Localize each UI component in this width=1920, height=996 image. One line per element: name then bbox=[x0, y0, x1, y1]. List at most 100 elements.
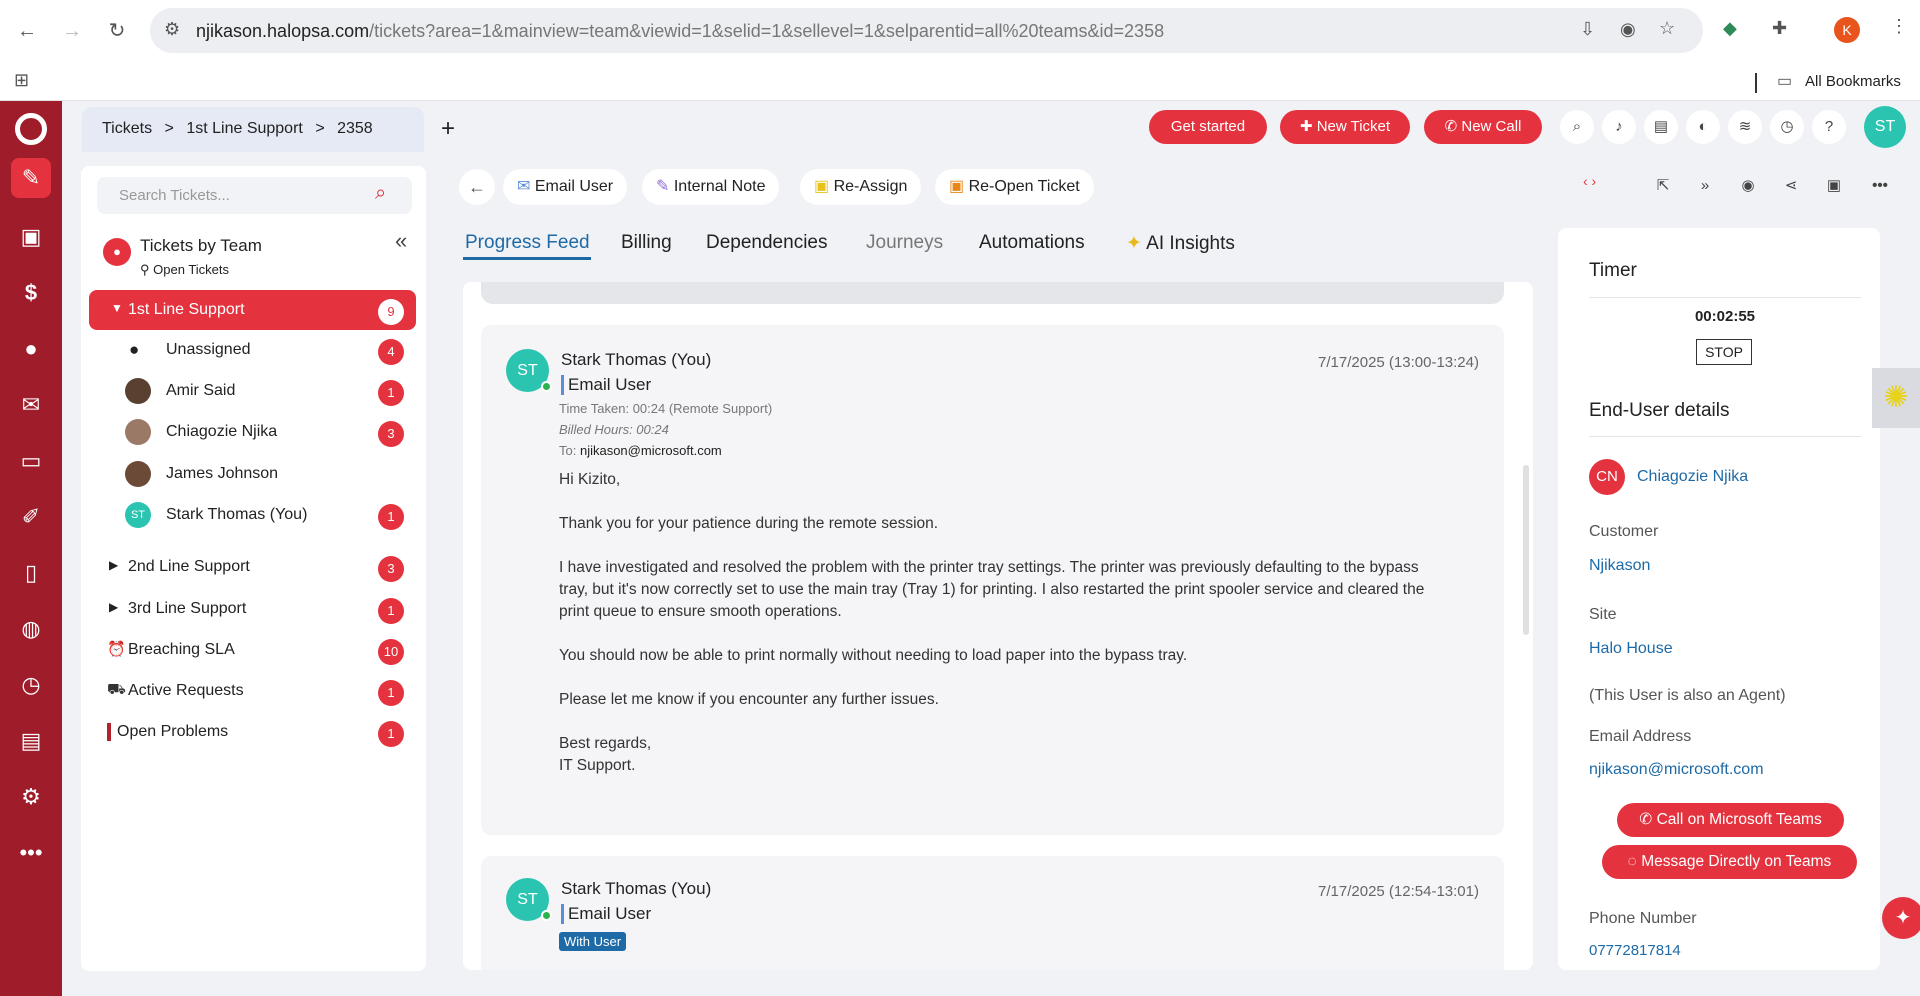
apps-icon[interactable]: ⊞ bbox=[14, 70, 29, 91]
tab-ai-insights[interactable]: ✦ AI Insights bbox=[1126, 232, 1235, 255]
dashboard-icon[interactable]: ◐ bbox=[1686, 110, 1720, 144]
share-icon[interactable]: ⋖ bbox=[1774, 169, 1808, 203]
help-icon[interactable]: ? bbox=[1812, 110, 1846, 144]
internal-note-button[interactable]: ✎ Internal Note bbox=[642, 169, 780, 205]
more-options-icon[interactable]: ••• bbox=[1863, 169, 1897, 203]
get-started-button[interactable]: Get started bbox=[1149, 110, 1267, 144]
caret-right-icon[interactable]: ▶ bbox=[109, 600, 118, 614]
add-tab-icon[interactable]: + bbox=[441, 115, 455, 143]
site-link[interactable]: Halo House bbox=[1589, 640, 1673, 658]
sidebar-item-amir-said[interactable]: Amir Said 1 bbox=[89, 371, 416, 411]
site-info-icon[interactable]: ⚙ bbox=[164, 19, 180, 40]
all-bookmarks[interactable]: All Bookmarks bbox=[1805, 73, 1901, 90]
dollar-icon[interactable]: $ bbox=[11, 273, 51, 313]
message-teams-button[interactable]: ◌ Message Directly on Teams bbox=[1602, 845, 1857, 879]
reopen-ticket-button[interactable]: ▣ Re-Open Ticket bbox=[935, 169, 1094, 205]
eye-icon[interactable]: ◉ bbox=[1731, 169, 1765, 203]
sidebar-item-label: 3rd Line Support bbox=[128, 600, 247, 617]
filter-label: Open Tickets bbox=[153, 262, 230, 277]
browser-toolbar: ← → ↻ ⚙ njikason.halopsa.com/tickets?are… bbox=[0, 0, 1920, 62]
sidebar-item-james-johnson[interactable]: James Johnson bbox=[89, 454, 416, 494]
new-call-button[interactable]: ✆ New Call bbox=[1424, 110, 1542, 144]
paragraph: Please let me know if you encounter any … bbox=[559, 691, 939, 708]
sidebar-item-1st-line-support[interactable]: ▼ 1st Line Support 9 bbox=[89, 290, 416, 330]
settings-icon[interactable]: ⚙ bbox=[11, 777, 51, 817]
sidebar-item-3rd-line-support[interactable]: ▶ 3rd Line Support 1 bbox=[89, 589, 416, 629]
stop-button[interactable]: STOP bbox=[1696, 339, 1752, 365]
sidebar-item-2nd-line-support[interactable]: ▶ 2nd Line Support 3 bbox=[89, 547, 416, 587]
bell-icon[interactable]: ♪ bbox=[1602, 110, 1636, 144]
phone-link[interactable]: 07772817814 bbox=[1589, 942, 1681, 959]
count-badge: 1 bbox=[378, 721, 404, 747]
phone-icon: ✆ bbox=[1444, 118, 1462, 135]
assistant-side-icon[interactable]: ✺ bbox=[1872, 368, 1920, 428]
tracking-icon[interactable]: ◉ bbox=[1620, 19, 1636, 40]
sidebar-item-stark-thomas[interactable]: ST Stark Thomas (You) 1 bbox=[89, 495, 416, 535]
money-bag-icon[interactable]: ◍ bbox=[11, 609, 51, 649]
tab-journeys[interactable]: Journeys bbox=[866, 232, 943, 254]
breadcrumb-tickets[interactable]: Tickets bbox=[102, 120, 152, 137]
reassign-button[interactable]: ▣ Re-Assign bbox=[800, 169, 922, 205]
more-icon[interactable]: ••• bbox=[11, 833, 51, 873]
report-icon[interactable]: ▤ bbox=[11, 721, 51, 761]
new-ticket-button[interactable]: ✚ New Ticket bbox=[1280, 110, 1410, 144]
tab-billing[interactable]: Billing bbox=[621, 232, 672, 254]
phone-label: Phone Number bbox=[1589, 910, 1697, 927]
reload-icon[interactable]: ↻ bbox=[102, 16, 132, 46]
briefcase-icon[interactable]: ▣ bbox=[1817, 169, 1851, 203]
email-link[interactable]: njikason@microsoft.com bbox=[1589, 761, 1764, 779]
history-icon[interactable]: ◷ bbox=[1770, 110, 1804, 144]
sidebar-item-unassigned[interactable]: ● Unassigned 4 bbox=[89, 330, 416, 370]
search-tickets-input[interactable]: Search Tickets... ⌕ bbox=[97, 177, 412, 214]
sidebar-item-chiagozie-njika[interactable]: Chiagozie Njika 3 bbox=[89, 412, 416, 452]
tab-progress-feed[interactable]: Progress Feed bbox=[465, 232, 590, 254]
feed-scrollbar[interactable] bbox=[1523, 465, 1529, 635]
caret-down-icon[interactable]: ▼ bbox=[111, 301, 123, 315]
user-icon[interactable]: ● bbox=[11, 329, 51, 369]
enduser-name-link[interactable]: Chiagozie Njika bbox=[1637, 468, 1748, 486]
search-icon[interactable]: ⌕ bbox=[1560, 110, 1594, 144]
address-bar[interactable]: ⚙ njikason.halopsa.com/tickets?area=1&ma… bbox=[150, 8, 1703, 53]
open-tickets-filter[interactable]: ⚲ Open Tickets bbox=[140, 262, 229, 278]
prev-ticket-icon[interactable]: ‹ › bbox=[1583, 173, 1596, 189]
open-external-icon[interactable]: ⇱ bbox=[1646, 169, 1680, 203]
forward-icon[interactable]: → bbox=[57, 16, 87, 46]
sidebar-item-open-problems[interactable]: Open Problems 1 bbox=[89, 712, 416, 752]
install-app-icon[interactable]: ⇩ bbox=[1580, 19, 1595, 40]
clipboard-icon[interactable]: ▤ bbox=[1644, 110, 1678, 144]
back-icon[interactable]: ← bbox=[12, 16, 42, 46]
profile-avatar[interactable]: K bbox=[1834, 17, 1860, 43]
search-icon[interactable]: ⌕ bbox=[375, 182, 386, 205]
sidebar-item-label: Open Problems bbox=[117, 723, 229, 740]
sidebar-item-breaching-sla[interactable]: ⏰ Breaching SLA 10 bbox=[89, 630, 416, 670]
tab-dependencies[interactable]: Dependencies bbox=[706, 232, 827, 254]
document-icon[interactable]: ▯ bbox=[11, 553, 51, 593]
caret-right-icon[interactable]: ▶ bbox=[109, 558, 118, 572]
edit-icon[interactable]: ✐ bbox=[11, 497, 51, 537]
collapse-icon[interactable]: « bbox=[395, 228, 407, 254]
laptop-icon[interactable]: ▭ bbox=[11, 441, 51, 481]
menu-icon[interactable]: ⋮ bbox=[1890, 16, 1908, 37]
ai-fab-icon[interactable]: ✦ bbox=[1882, 897, 1920, 939]
megaphone-icon[interactable]: ✉ bbox=[11, 385, 51, 425]
call-teams-button[interactable]: ✆ Call on Microsoft Teams bbox=[1617, 803, 1844, 837]
extension-icon[interactable]: ◆ bbox=[1723, 18, 1737, 39]
briefcase-icon[interactable]: ▣ bbox=[11, 217, 51, 257]
sidebar-item-active-requests[interactable]: ⛟ Active Requests 1 bbox=[89, 671, 416, 711]
double-chevron-icon[interactable]: » bbox=[1688, 169, 1722, 203]
back-button[interactable]: ← bbox=[459, 169, 495, 205]
puzzle-icon[interactable]: ✚ bbox=[1772, 18, 1787, 39]
feed-icon[interactable]: ≋ bbox=[1728, 110, 1762, 144]
tickets-icon[interactable]: ✎ bbox=[11, 158, 51, 198]
customer-link[interactable]: Njikason bbox=[1589, 557, 1650, 575]
user-avatar[interactable]: ST bbox=[1864, 106, 1906, 148]
tab-automations[interactable]: Automations bbox=[979, 232, 1085, 254]
reassign-label: Re-Assign bbox=[833, 178, 908, 195]
halo-logo-icon[interactable] bbox=[11, 109, 51, 149]
recipient-email: njikason@microsoft.com bbox=[579, 443, 722, 458]
active-tab-indicator bbox=[463, 257, 591, 260]
star-icon[interactable]: ☆ bbox=[1659, 18, 1675, 39]
breadcrumb-team[interactable]: 1st Line Support bbox=[186, 120, 303, 137]
clock-icon[interactable]: ◷ bbox=[11, 665, 51, 705]
email-user-button[interactable]: ✉ Email User bbox=[503, 169, 628, 205]
